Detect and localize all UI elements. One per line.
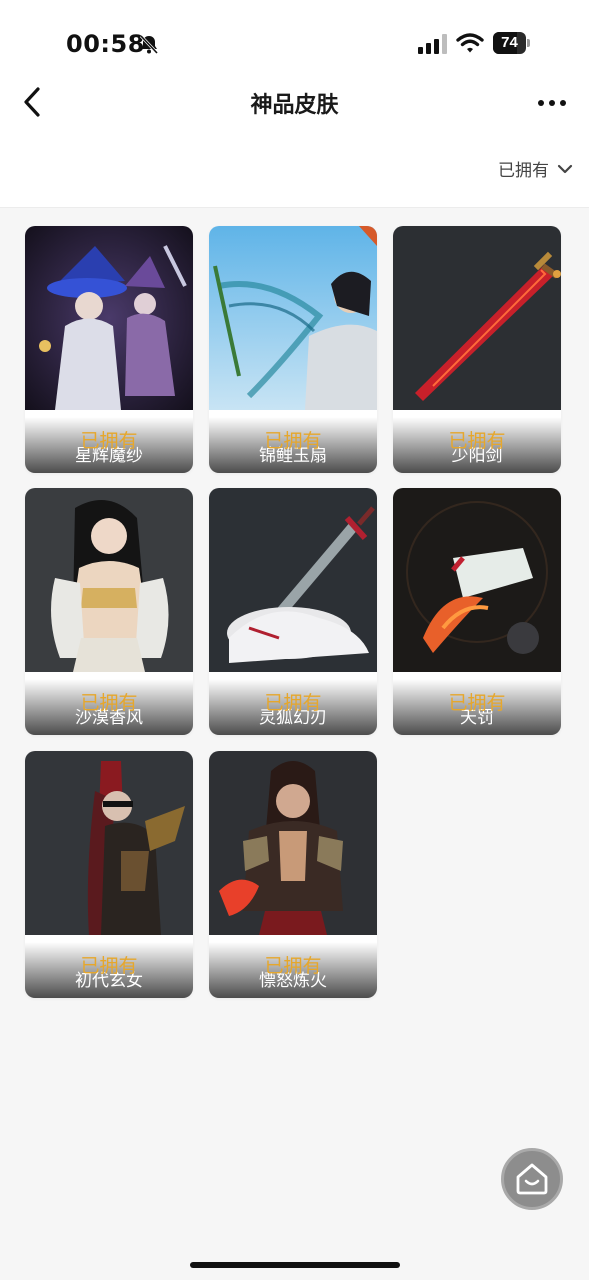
battery-body: 74 [493,32,526,54]
skin-card[interactable]: 锦鲤玉扇 已拥有 [209,226,377,473]
owned-filter-dropdown[interactable]: 已拥有 [498,156,573,181]
skin-owned-status: 已拥有 [264,955,322,977]
skin-card[interactable]: 初代玄女 已拥有 [25,751,193,998]
skin-card[interactable]: 慓怒炼火 已拥有 [209,751,377,998]
wifi-icon [456,33,484,53]
chevron-down-icon [557,164,573,173]
skin-image [25,751,193,935]
skin-owned-status: 已拥有 [448,430,506,452]
skin-owned-status: 已拥有 [264,692,322,714]
skin-image [25,488,193,672]
skin-card[interactable]: 星辉魔纱 已拥有 [25,226,193,473]
skin-owned-status: 已拥有 [264,430,322,452]
status-time: 00:58 [66,30,145,58]
skin-card[interactable]: 灵狐幻刃 已拥有 [209,488,377,735]
home-float-button[interactable] [501,1148,563,1210]
skin-card[interactable]: 少阳剑 已拥有 [393,226,561,473]
skin-card[interactable]: 天罚 已拥有 [393,488,561,735]
skin-owned-status: 已拥有 [80,430,138,452]
battery-tip [527,39,530,47]
filter-label: 已拥有 [498,161,549,181]
more-button[interactable] [536,92,568,114]
skin-image [393,226,561,410]
battery-percent: 74 [501,34,518,51]
skin-owned-status: 已拥有 [80,692,138,714]
home-icon [516,1163,548,1195]
skin-image [209,488,377,672]
skin-owned-status: 已拥有 [448,692,506,714]
skin-image [209,751,377,935]
skin-card[interactable]: 沙漠香风 已拥有 [25,488,193,735]
skin-image [393,488,561,672]
skin-image [209,226,377,410]
battery-icon: 74 [493,32,530,54]
home-indicator[interactable] [190,1262,400,1268]
bell-muted-icon [139,34,159,55]
skin-owned-status: 已拥有 [80,955,138,977]
signal-icon [418,34,447,54]
skin-image [25,226,193,410]
page-title: 神品皮肤 [250,93,339,118]
